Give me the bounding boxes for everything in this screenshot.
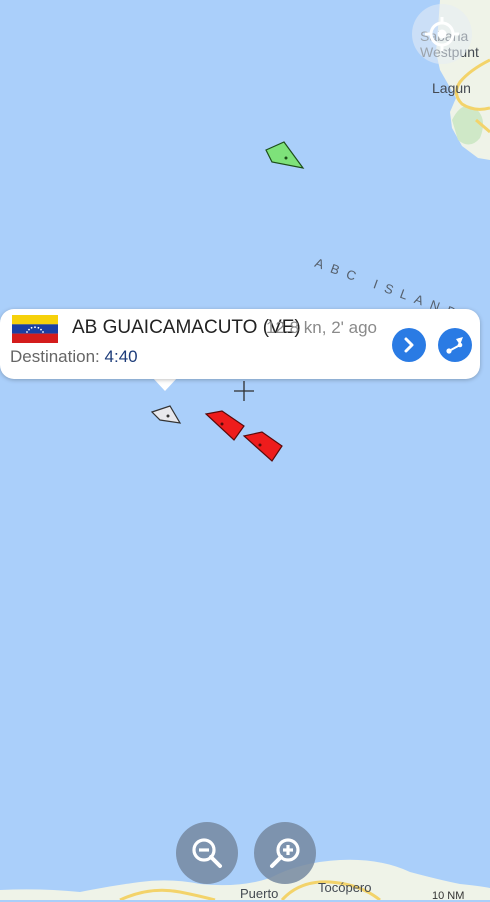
vessel-route-button[interactable] bbox=[438, 328, 472, 362]
zoom-in-button[interactable] bbox=[254, 822, 316, 884]
route-icon bbox=[446, 337, 463, 354]
locate-button[interactable] bbox=[412, 4, 472, 64]
chevron-right-icon bbox=[404, 337, 414, 353]
vessel-info-popup[interactable]: AB GUAICAMACUTO (VE) 12.8 kn, 2' ago Des… bbox=[0, 309, 480, 379]
place-label: Lagun bbox=[432, 80, 471, 96]
gps-locate-icon bbox=[425, 17, 459, 51]
destination-value: 4:40 bbox=[104, 347, 138, 366]
popup-pointer bbox=[152, 377, 178, 391]
zoom-out-icon bbox=[192, 838, 222, 868]
zoom-out-button[interactable] bbox=[176, 822, 238, 884]
map-canvas[interactable] bbox=[0, 0, 490, 900]
destination-label: Destination: bbox=[10, 347, 100, 366]
destination-row: Destination: 4:40 bbox=[10, 347, 138, 367]
place-label: Tocópero bbox=[318, 880, 372, 895]
place-label: Puerto bbox=[240, 886, 279, 901]
map-scale: 10 NM bbox=[432, 890, 465, 902]
vessel-speed-age: 12.8 kn, 2' ago bbox=[266, 318, 377, 337]
venezuela-flag-icon bbox=[12, 315, 58, 343]
zoom-in-icon bbox=[270, 838, 300, 868]
vessel-details-button[interactable] bbox=[392, 328, 426, 362]
